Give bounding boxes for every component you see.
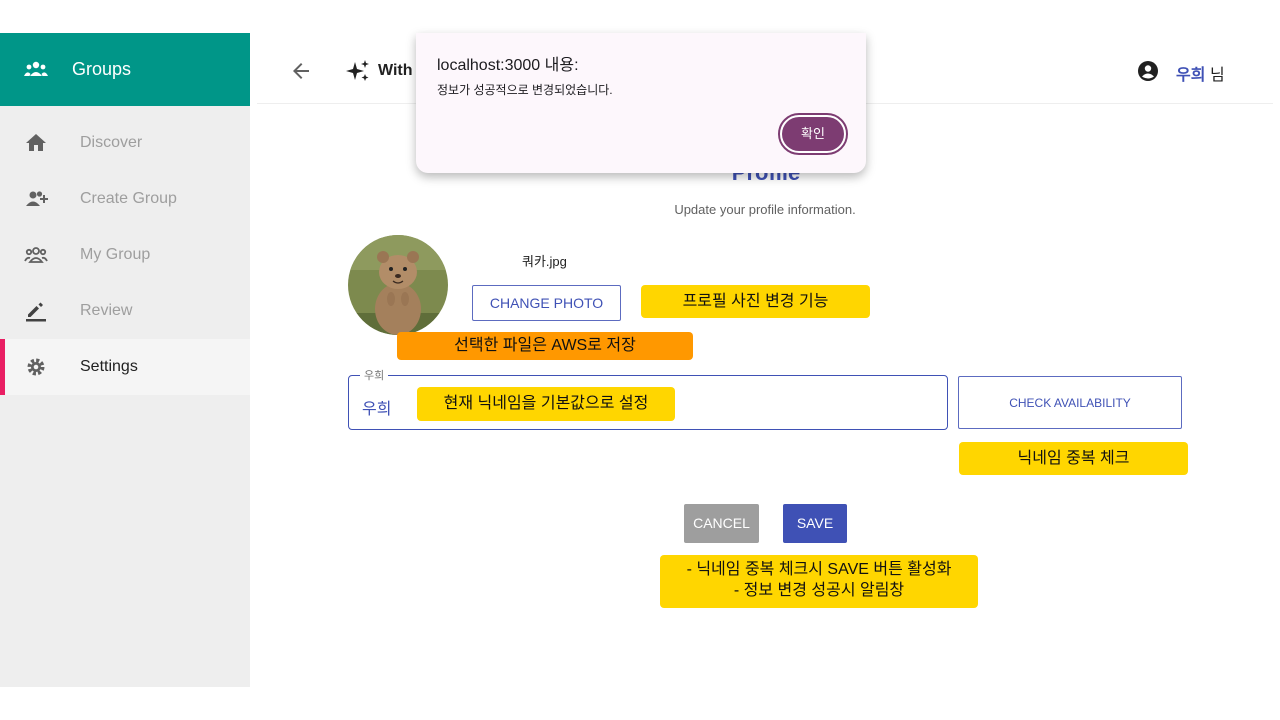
annotation-line: - 정보 변경 성공시 알림창 — [733, 582, 905, 599]
sidebar-item-create-group[interactable]: Create Group — [0, 171, 250, 227]
selected-file-name: 쿼카.jpg — [522, 254, 567, 269]
sidebar-item-label: Settings — [80, 358, 138, 375]
sidebar-item-my-group[interactable]: My Group — [0, 227, 250, 283]
dialog-ok-label: 확인 — [782, 117, 844, 151]
home-icon — [24, 131, 48, 155]
app-logo-text[interactable]: With — [378, 62, 413, 80]
edit-icon — [24, 299, 48, 323]
annotation-default-nickname: 현재 닉네임을 기본값으로 설정 — [417, 387, 675, 421]
page-subtitle: Update your profile information. — [674, 202, 856, 217]
annotation-save-behavior: - 닉네임 중복 체크시 SAVE 버튼 활성화 - 정보 변경 성공시 알림창 — [660, 555, 978, 608]
nickname-field-label: 우희 — [360, 367, 389, 383]
sidebar-item-label: Review — [80, 302, 133, 319]
sidebar-item-review[interactable]: Review — [0, 283, 250, 339]
annotation-aws-storage: 선택한 파일은 AWS로 저장 — [397, 332, 693, 360]
avatar — [348, 235, 448, 335]
account-circle-icon[interactable] — [1136, 59, 1160, 83]
sidebar-item-settings[interactable]: Settings — [0, 339, 250, 395]
sidebar-item-label: My Group — [80, 246, 151, 263]
sidebar-item-discover[interactable]: Discover — [0, 115, 250, 171]
back-arrow-icon[interactable] — [289, 59, 313, 83]
save-button[interactable]: SAVE — [783, 504, 847, 543]
user-name-suffix: 님 — [1210, 67, 1225, 84]
dialog-ok-button[interactable]: 확인 — [778, 113, 848, 155]
gear-icon — [24, 355, 48, 379]
user-name[interactable]: 우희 — [1176, 61, 1205, 85]
sidebar-brand[interactable]: Groups — [0, 33, 250, 106]
sidebar-item-label: Create Group — [80, 190, 177, 207]
sidebar-brand-label: Groups — [72, 59, 132, 79]
alert-dialog: localhost:3000 내용: 정보가 성공적으로 변경되었습니다. 확인 — [416, 33, 866, 173]
annotation-photo-change: 프로필 사진 변경 기능 — [641, 285, 870, 318]
sidebar-item-label: Discover — [80, 134, 143, 151]
groups-icon — [24, 59, 48, 79]
group-add-icon — [24, 187, 48, 211]
annotation-duplicate-check: 닉네임 중복 체크 — [959, 442, 1188, 475]
dialog-title: localhost:3000 내용: — [437, 57, 579, 74]
cancel-button[interactable]: CANCEL — [684, 504, 759, 543]
change-photo-button[interactable]: CHANGE PHOTO — [472, 285, 621, 321]
nickname-input[interactable]: 우희 — [362, 395, 391, 419]
annotation-line: - 닉네임 중복 체크시 SAVE 버튼 활성화 — [686, 561, 952, 578]
sidebar: Groups Discover Create Group My Group Re… — [0, 33, 250, 687]
active-indicator — [0, 339, 5, 395]
dialog-message: 정보가 성공적으로 변경되었습니다. — [437, 83, 613, 97]
sparkle-icon — [346, 59, 370, 83]
check-availability-button[interactable]: CHECK AVAILABILITY — [958, 376, 1182, 429]
people-outline-icon — [24, 243, 48, 267]
